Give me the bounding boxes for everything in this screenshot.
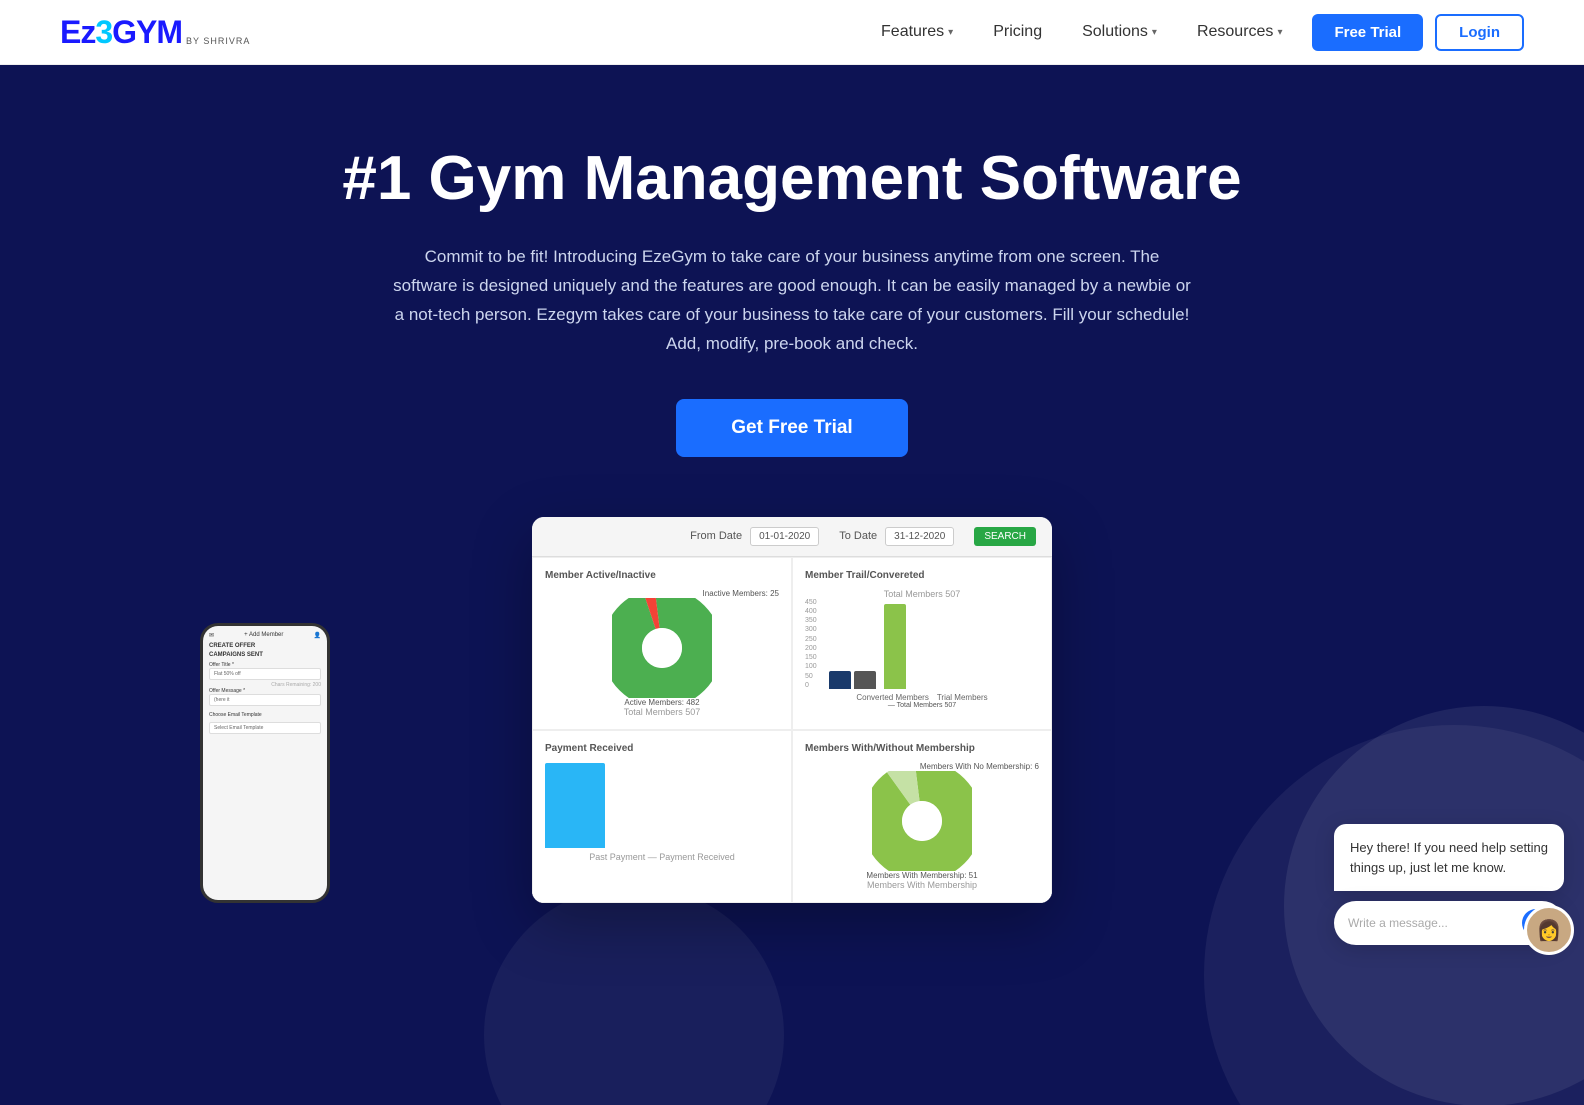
pie-chart-active (612, 598, 712, 698)
with-membership-label: Members With Membership: 51 (866, 871, 977, 880)
nav-item-solutions[interactable]: Solutions ▾ (1082, 23, 1157, 41)
no-membership-label: Members With No Membership: 6 (920, 762, 1039, 771)
dashboard-grid: Member Active/Inactive Inactive Members:… (532, 557, 1052, 903)
free-trial-button[interactable]: Free Trial (1312, 14, 1423, 51)
dashboard-header: From Date 01-01-2020 To Date 31-12-2020 … (532, 517, 1052, 557)
bar-chart-container: 450400350300250200150100500 (805, 603, 1039, 709)
cell-active-inactive: Member Active/Inactive Inactive Members:… (532, 557, 792, 730)
chat-avatar: 👩 (1524, 905, 1574, 955)
chevron-down-icon-2: ▾ (1152, 27, 1157, 38)
cell2-total: Total Members 507 (805, 589, 1039, 599)
phone-top-row: ✉ + Add Member 👤 (209, 632, 321, 639)
cell4-sub: Members With Membership (867, 880, 977, 890)
cell3-title: Payment Received (545, 743, 779, 754)
nav-actions: Free Trial Login (1312, 14, 1524, 51)
payment-bar-chart (545, 762, 779, 852)
dashboard-card: From Date 01-01-2020 To Date 31-12-2020 … (532, 517, 1052, 903)
cell-membership: Members With/Without Membership Members … (792, 730, 1052, 903)
from-date-label: From Date (690, 530, 742, 542)
logo-text: Ez3GYM (60, 14, 182, 51)
chat-bubble: Hey there! If you need help setting thin… (1334, 824, 1564, 891)
phone-add-member: + Add Member (244, 632, 283, 638)
payment-bar-container: Past Payment — Payment Received (545, 762, 779, 862)
phone-icon-email: ✉ (209, 632, 214, 639)
cell-payment: Payment Received Past Payment — Payment … (532, 730, 792, 903)
nav-links: Features ▾ Pricing Solutions ▾ Resources… (881, 23, 1282, 41)
nav-label-features: Features (881, 23, 944, 41)
logo: Ez3GYM BY SHRIVRA (60, 14, 250, 51)
bar-group-converted (829, 671, 876, 689)
bar-label-trial: Trial Members (937, 693, 988, 702)
cell1-total: Total Members 507 (545, 707, 779, 717)
search-button[interactable]: SEARCH (974, 527, 1036, 546)
payment-bar-cyan (545, 763, 605, 848)
navbar: Ez3GYM BY SHRIVRA Features ▾ Pricing Sol… (0, 0, 1584, 65)
phone-section1: CREATE OFFER (209, 643, 321, 649)
get-free-trial-button[interactable]: Get Free Trial (676, 399, 907, 457)
membership-pie-container: Members With No Membership: 6 Members Wi… (805, 762, 1039, 890)
phone-icon-avatar: 👤 (314, 632, 321, 639)
nav-label-solutions: Solutions (1082, 23, 1148, 41)
phone-mockup: ✉ + Add Member 👤 CREATE OFFER CAMPAIGNS … (200, 623, 330, 903)
cell2-legend: — Total Members 507 (805, 702, 1039, 709)
hero-subtitle: Commit to be fit! Introducing EzeGym to … (392, 243, 1192, 359)
to-date-group: To Date 31-12-2020 (839, 527, 954, 546)
login-button[interactable]: Login (1435, 14, 1524, 51)
logo-sub: BY SHRIVRA (186, 36, 250, 46)
phone-email-template-select[interactable]: Select Email Template (209, 722, 321, 734)
hero-section: #1 Gym Management Software Commit to be … (0, 65, 1584, 1105)
cell2-title: Member Trail/Convereted (805, 570, 1039, 581)
bar-labels: Converted Members Trial Members (805, 693, 1039, 702)
phone-offer-title-label: Offer Title * (209, 662, 321, 668)
phone-email-template-label: Choose Email Template (209, 712, 321, 718)
phone-section2: CAMPAIGNS SENT (209, 652, 321, 658)
bar-group-trial (884, 604, 906, 689)
to-date-label: To Date (839, 530, 877, 542)
pie-chart-membership (872, 771, 972, 871)
cell4-title: Members With/Without Membership (805, 743, 1039, 754)
active-label: Active Members: 482 (624, 698, 699, 707)
from-date-input[interactable]: 01-01-2020 (750, 527, 819, 546)
cell1-title: Member Active/Inactive (545, 570, 779, 581)
nav-item-resources[interactable]: Resources ▾ (1197, 23, 1283, 41)
to-date-input[interactable]: 31-12-2020 (885, 527, 954, 546)
inactive-label: Inactive Members: 25 (703, 589, 779, 598)
chevron-down-icon: ▾ (948, 27, 953, 38)
cell-trail-converted: Member Trail/Convereted Total Members 50… (792, 557, 1052, 730)
bar-trial (884, 604, 906, 689)
nav-item-pricing[interactable]: Pricing (993, 23, 1042, 41)
hero-content: #1 Gym Management Software Commit to be … (0, 145, 1584, 457)
deco-circle-2 (484, 885, 784, 1105)
phone-offer-message-input[interactable]: (here it (209, 694, 321, 706)
chat-widget: Hey there! If you need help setting thin… (1334, 824, 1564, 945)
phone-screen: ✉ + Add Member 👤 CREATE OFFER CAMPAIGNS … (203, 626, 327, 900)
hero-title: #1 Gym Management Software (200, 145, 1384, 213)
pie-active-inactive: Inactive Members: 25 Active Members: 482 (545, 589, 779, 707)
nav-label-resources: Resources (1197, 23, 1273, 41)
nav-item-features[interactable]: Features ▾ (881, 23, 953, 41)
chevron-down-icon-3: ▾ (1277, 27, 1282, 38)
bar-chart: 450400350300250200150100500 (805, 603, 1039, 693)
nav-label-pricing: Pricing (993, 23, 1042, 41)
phone-offer-message-label: Offer Message * (209, 688, 321, 694)
bar-converted (829, 671, 851, 689)
cell3-sub: Past Payment — Payment Received (545, 852, 779, 862)
bar-label-converted: Converted Members (856, 693, 928, 702)
from-date-group: From Date 01-01-2020 (690, 527, 819, 546)
phone-offer-title-input[interactable]: Flat 50% off (209, 668, 321, 680)
bar-converted2 (854, 671, 876, 689)
chat-message: Hey there! If you need help setting thin… (1350, 840, 1548, 875)
chat-input[interactable]: Write a message... (1348, 916, 1522, 930)
